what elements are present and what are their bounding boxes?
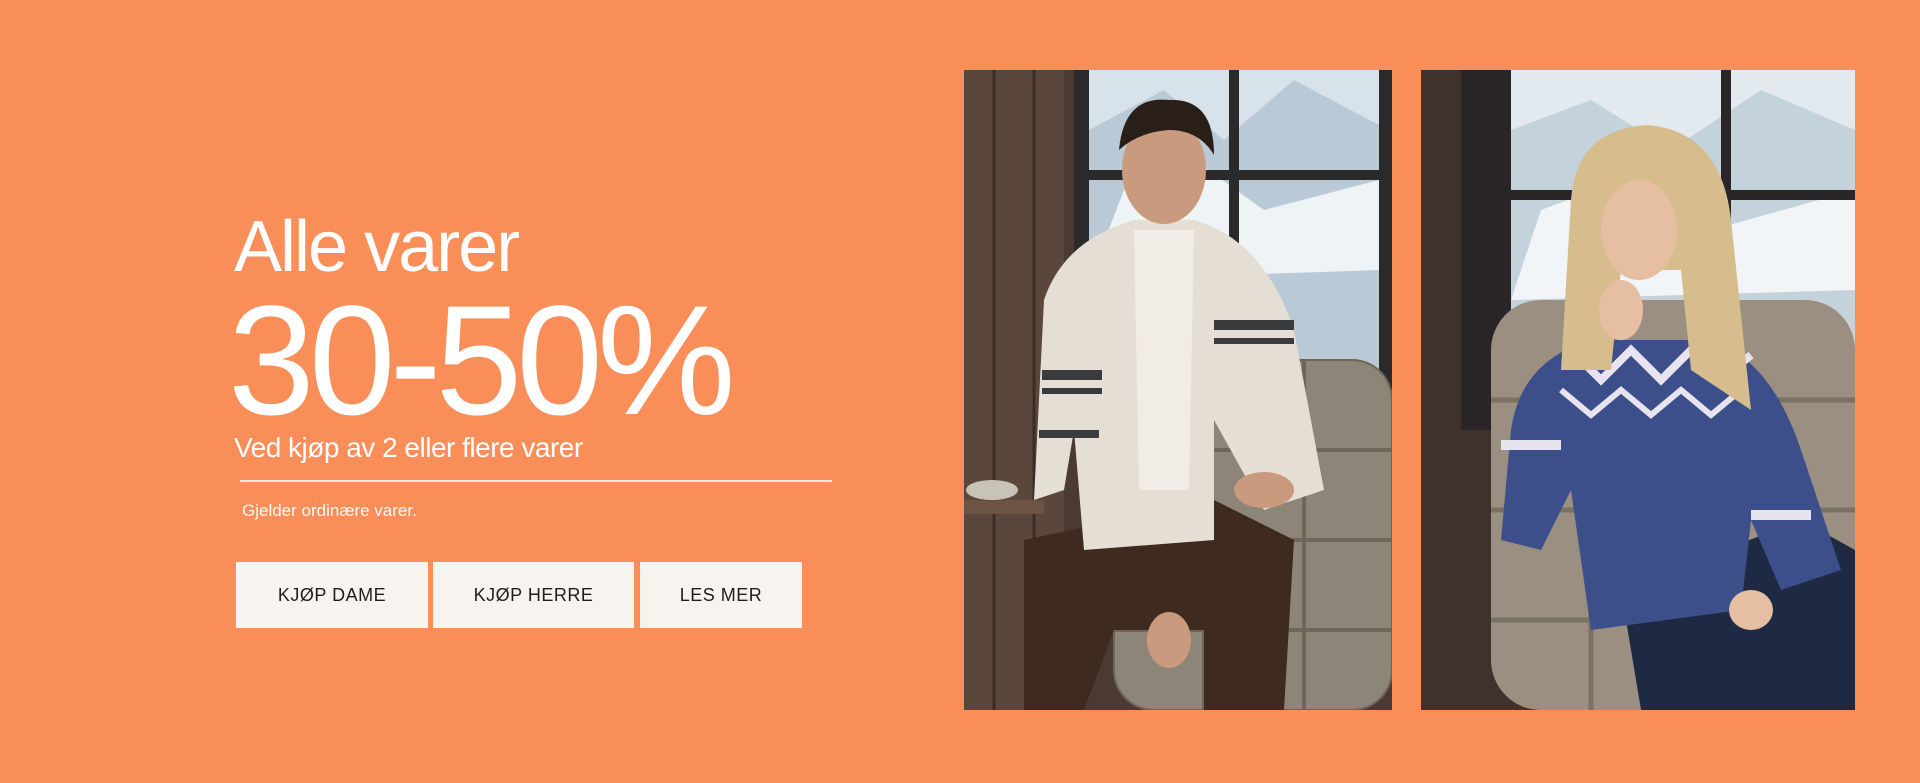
product-photo-man[interactable] [964,70,1392,710]
man-photo-illustration [964,70,1392,710]
promo-text-block: Alle varer 30-50% Ved kjøp av 2 eller fl… [228,205,834,465]
promo-divider [240,480,832,482]
shop-men-button[interactable]: KJØP HERRE [433,562,634,628]
promo-subline: Ved kjøp av 2 eller flere varer [234,432,583,463]
read-more-button[interactable]: LES MER [640,562,802,628]
woman-photo-illustration [1421,70,1855,710]
shop-women-button[interactable]: KJØP DAME [236,562,428,628]
promo-banner: Alle varer 30-50% Ved kjøp av 2 eller fl… [0,0,1920,783]
promo-discount: 30-50% [228,274,736,448]
product-photo-woman[interactable] [1421,70,1855,710]
promo-fineprint: Gjelder ordinære varer. [242,501,417,520]
